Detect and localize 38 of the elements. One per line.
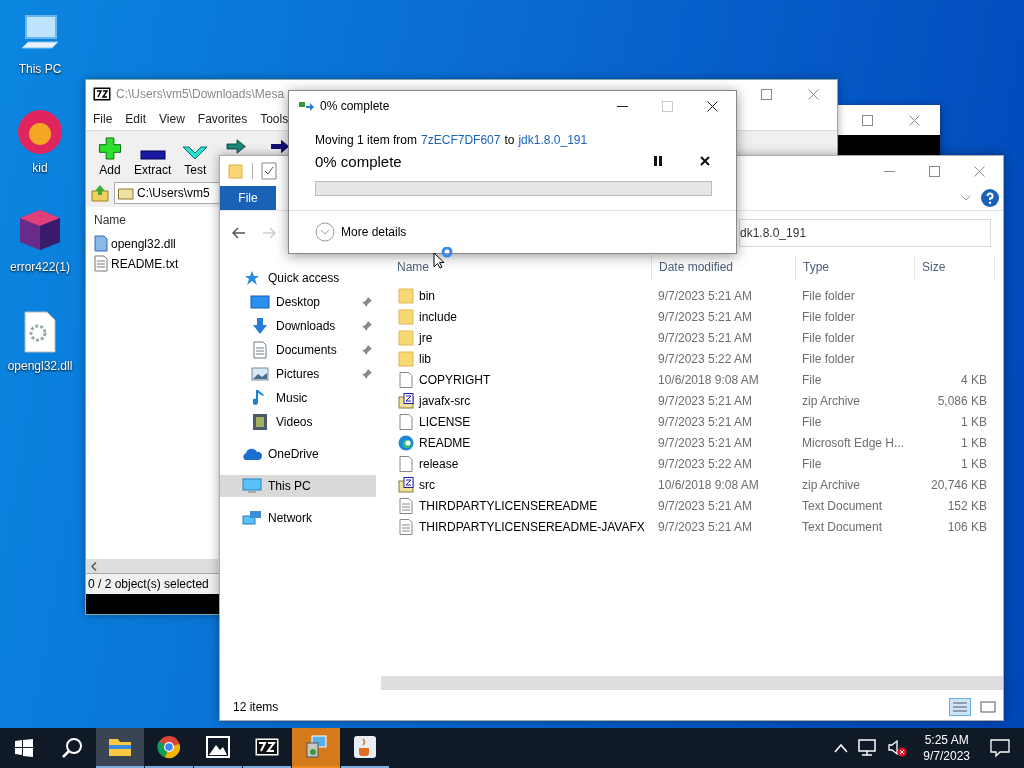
type-cell-text: File folder — [801, 309, 856, 324]
date-cell-text: 9/7/2023 5:22 AM — [657, 456, 754, 471]
date-cell-text: 9/7/2023 5:21 AM — [657, 288, 754, 303]
date-cell-text: 9/7/2023 5:21 AM — [657, 414, 754, 429]
type-cell-text: zip Archive — [801, 477, 862, 492]
progress-heading: 0% complete — [315, 152, 402, 170]
type-cell-text: File — [801, 456, 823, 471]
date-cell-text: 10/6/2018 9:08 AM — [657, 372, 760, 387]
type-cell-text: File — [801, 414, 823, 429]
type-cell-text: File folder — [801, 330, 856, 345]
date-cell-text: 9/7/2023 5:21 AM — [657, 435, 754, 450]
type-cell-text: Microsoft Edge H... — [801, 435, 906, 450]
date-cell-text: 9/7/2023 5:21 AM — [657, 330, 754, 345]
date-cell-text: 9/7/2023 5:21 AM — [657, 309, 754, 324]
type-cell-text: File folder — [801, 288, 856, 303]
message-text: Moving 1 item from — [315, 133, 418, 147]
message-text: to — [504, 133, 515, 147]
size-cell-text: 1 KB — [960, 435, 987, 450]
date-cell-text: 9/7/2023 5:22 AM — [657, 351, 754, 366]
date-cell-text: 9/7/2023 5:21 AM — [657, 519, 754, 534]
date-cell-text: 9/7/2023 5:21 AM — [657, 393, 754, 408]
size-cell-text: 5,086 KB — [936, 393, 987, 408]
dialog-title: 0% complete — [320, 99, 390, 113]
size-cell-text: 152 KB — [946, 498, 987, 513]
date-cell-text: 10/6/2018 9:08 AM — [657, 477, 760, 492]
size-cell-text: 20,746 KB — [929, 477, 987, 492]
type-cell-text: File — [801, 372, 823, 387]
status-text: 12 items — [233, 700, 279, 714]
size-cell-text: 1 KB — [960, 456, 987, 471]
size-cell-text: 106 KB — [946, 519, 987, 534]
type-cell-text: zip Archive — [801, 393, 862, 408]
type-cell-text: Text Document — [801, 498, 884, 513]
date-cell-text: 9/7/2023 5:21 AM — [657, 498, 754, 513]
window-title: C:\Users\vm5\Downloads\Mesa — [116, 87, 285, 101]
type-cell-text: Text Document — [801, 519, 884, 534]
size-cell-text: 1 KB — [960, 414, 987, 429]
size-cell-text: 4 KB — [960, 372, 987, 387]
type-cell-text: File folder — [801, 351, 856, 366]
